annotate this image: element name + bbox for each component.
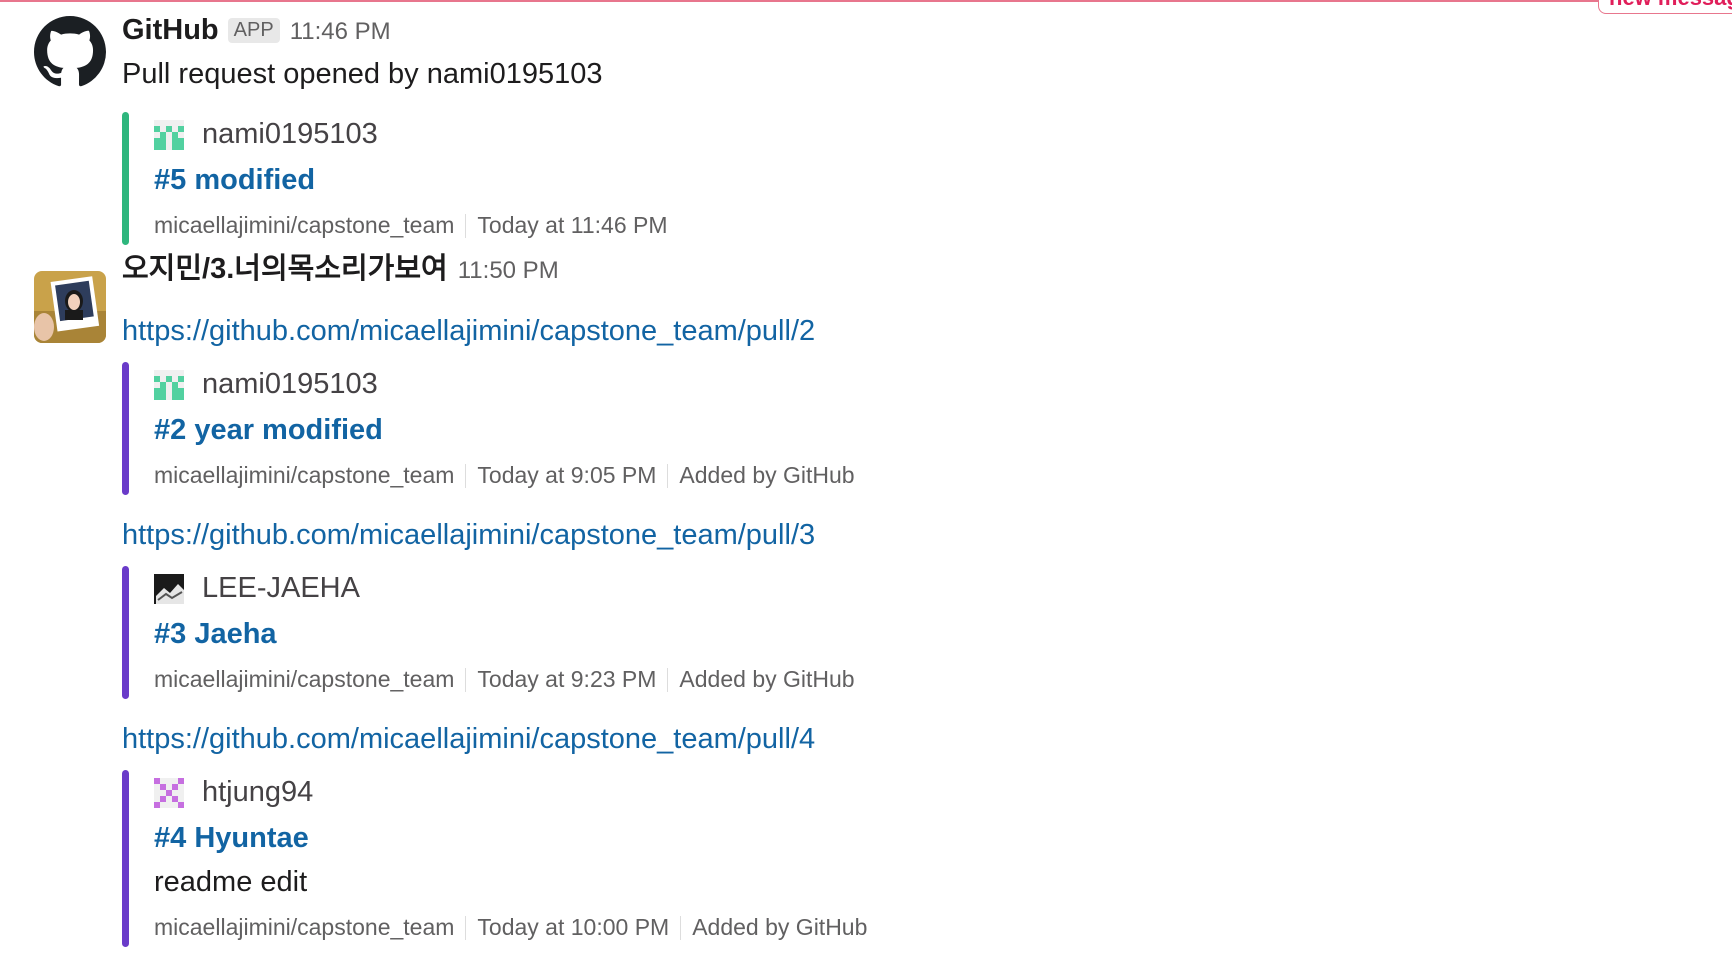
new-messages-divider: [0, 0, 1732, 2]
footer-separator: [465, 915, 467, 940]
identicon-green-icon: [154, 119, 184, 150]
footer-separator: [465, 213, 467, 238]
identicon-green-icon: [154, 369, 184, 400]
user-photo-avatar-icon: [34, 271, 106, 343]
footer-separator: [680, 915, 682, 940]
attachment-footer: micaellajimini/capstone_team Today at 10…: [154, 914, 867, 941]
added-by-label: Added by GitHub: [679, 666, 855, 692]
attachment-footer: micaellajimini/capstone_team Today at 9:…: [154, 666, 855, 693]
pr-title-link[interactable]: #2 year modified: [154, 414, 383, 447]
author-name[interactable]: nami0195103: [202, 368, 378, 401]
footer-separator: [667, 667, 669, 692]
attachment-footer: micaellajimini/capstone_team Today at 11…: [154, 212, 668, 239]
attachment-author: htjung94: [154, 776, 313, 809]
footer-separator: [465, 463, 467, 488]
github-avatar[interactable]: [34, 16, 106, 88]
author-photo-icon: [154, 573, 184, 604]
pr-url-link[interactable]: https://github.com/micaellajimini/capsto…: [122, 315, 815, 348]
message-text: Pull request opened by nami0195103: [122, 58, 603, 90]
attachment-color-bar: [122, 362, 129, 495]
author-name[interactable]: nami0195103: [202, 118, 378, 151]
message-header: 오지민/3.너의목소리가보여 11:50 PM: [122, 245, 559, 287]
sender-name[interactable]: GitHub: [122, 14, 219, 47]
sender-name[interactable]: 오지민/3.너의목소리가보여: [122, 245, 448, 287]
attachment-color-bar: [122, 770, 129, 947]
attachment-timestamp[interactable]: Today at 9:05 PM: [477, 462, 656, 489]
pr-description: readme edit: [154, 866, 308, 898]
added-by-label: Added by GitHub: [692, 914, 868, 940]
message-time[interactable]: 11:50 PM: [458, 257, 559, 285]
message-header: GitHub APP 11:46 PM: [122, 14, 391, 47]
pr-title-link[interactable]: #3 Jaeha: [154, 618, 277, 651]
author-name[interactable]: htjung94: [202, 776, 313, 809]
attachment-timestamp[interactable]: Today at 11:46 PM: [477, 212, 667, 239]
pr-title-link[interactable]: #4 Hyuntae: [154, 822, 309, 855]
attachment-footer: micaellajimini/capstone_team Today at 9:…: [154, 462, 855, 489]
added-by-label: Added by GitHub: [679, 462, 855, 488]
repo-name[interactable]: micaellajimini/capstone_team: [154, 914, 454, 941]
pr-title-link[interactable]: #5 modified: [154, 164, 315, 197]
attachment-timestamp[interactable]: Today at 10:00 PM: [477, 914, 669, 941]
identicon-purple-icon: [154, 777, 184, 808]
new-messages-badge[interactable]: new messag: [1598, 0, 1732, 14]
pr-url-link[interactable]: https://github.com/micaellajimini/capsto…: [122, 723, 815, 756]
footer-separator: [465, 667, 467, 692]
repo-name[interactable]: micaellajimini/capstone_team: [154, 666, 454, 693]
github-octocat-icon: [34, 16, 106, 87]
attachment-author: LEE-JAEHA: [154, 572, 360, 605]
user-avatar[interactable]: [34, 271, 106, 343]
attachment-author: nami0195103: [154, 368, 378, 401]
attachment-author: nami0195103: [154, 118, 378, 151]
attachment-color-bar: [122, 112, 129, 245]
app-badge: APP: [227, 18, 280, 43]
repo-name[interactable]: micaellajimini/capstone_team: [154, 212, 454, 239]
message-time[interactable]: 11:46 PM: [290, 18, 391, 46]
repo-name[interactable]: micaellajimini/capstone_team: [154, 462, 454, 489]
footer-separator: [667, 463, 669, 488]
attachment-color-bar: [122, 566, 129, 699]
author-name[interactable]: LEE-JAEHA: [202, 572, 360, 605]
attachment-timestamp[interactable]: Today at 9:23 PM: [477, 666, 656, 693]
pr-url-link[interactable]: https://github.com/micaellajimini/capsto…: [122, 519, 815, 552]
